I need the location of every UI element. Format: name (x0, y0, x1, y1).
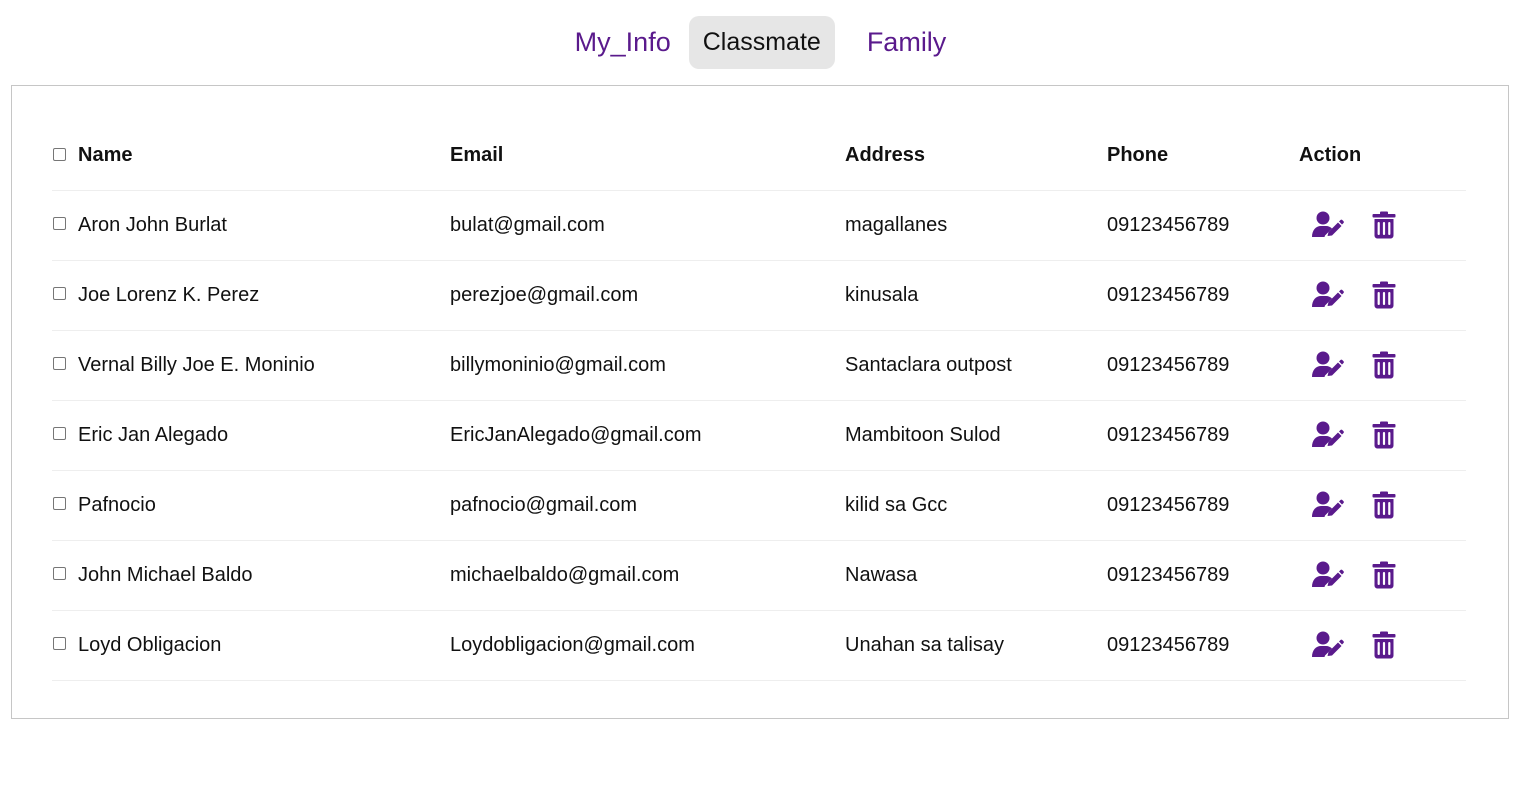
row-address: magallanes (845, 190, 1107, 261)
row-name: Vernal Billy Joe E. Moninio (78, 353, 315, 376)
row-address: Nawasa (845, 540, 1107, 611)
cell-action (1299, 400, 1466, 471)
user-edit-icon[interactable] (1312, 211, 1344, 239)
trash-icon[interactable] (1372, 351, 1396, 379)
header-email: Email (450, 122, 845, 191)
tab-my-info[interactable]: My_Info (561, 16, 685, 69)
trash-icon[interactable] (1372, 211, 1396, 239)
classmate-table: Name Email Address Phone Action Aron Joh… (52, 122, 1466, 681)
row-checkbox[interactable] (53, 217, 66, 230)
cell-name: Pafnocio (52, 470, 450, 541)
row-address: Mambitoon Sulod (845, 400, 1107, 471)
top-nav: My_Info Classmate Family (0, 15, 1521, 69)
tab-classmate[interactable]: Classmate (688, 15, 835, 69)
select-all-checkbox[interactable] (53, 147, 66, 161)
tab-family[interactable]: Family (853, 16, 961, 69)
cell-name: John Michael Baldo (52, 540, 450, 611)
cell-action (1299, 190, 1466, 261)
row-email: bulat@gmail.com (450, 190, 845, 261)
cell-name: Aron John Burlat (52, 190, 450, 261)
cell-name: Joe Lorenz K. Perez (52, 260, 450, 331)
row-address: kinusala (845, 260, 1107, 331)
table-row: Eric Jan Alegado EricJanAlegado@gmail.co… (52, 400, 1466, 471)
row-phone: 09123456789 (1107, 540, 1299, 611)
row-checkbox[interactable] (53, 287, 66, 300)
cell-name: Vernal Billy Joe E. Moninio (52, 330, 450, 401)
user-edit-icon[interactable] (1312, 631, 1344, 659)
row-address: Santaclara outpost (845, 330, 1107, 401)
row-name: Aron John Burlat (78, 213, 227, 236)
user-edit-icon[interactable] (1312, 491, 1344, 519)
cell-action (1299, 470, 1466, 541)
table-row: John Michael Baldo michaelbaldo@gmail.co… (52, 540, 1466, 611)
user-edit-icon[interactable] (1312, 561, 1344, 589)
row-checkbox[interactable] (53, 497, 66, 510)
row-phone: 09123456789 (1107, 330, 1299, 401)
row-phone: 09123456789 (1107, 610, 1299, 681)
table-header-row: Name Email Address Phone Action (52, 122, 1466, 191)
trash-icon[interactable] (1372, 281, 1396, 309)
user-edit-icon[interactable] (1312, 351, 1344, 379)
cell-action (1299, 260, 1466, 331)
trash-icon[interactable] (1372, 421, 1396, 449)
row-address: kilid sa Gcc (845, 470, 1107, 541)
cell-action (1299, 610, 1466, 681)
cell-action (1299, 540, 1466, 611)
row-email: EricJanAlegado@gmail.com (450, 400, 845, 471)
header-action: Action (1299, 122, 1466, 191)
row-name: Loyd Obligacion (78, 633, 222, 656)
row-email: pafnocio@gmail.com (450, 470, 845, 541)
row-checkbox[interactable] (53, 637, 66, 650)
header-address: Address (845, 122, 1107, 191)
header-name: Name (52, 122, 450, 191)
row-name: Eric Jan Alegado (78, 423, 229, 446)
user-edit-icon[interactable] (1312, 281, 1344, 309)
row-email: Loydobligacion@gmail.com (450, 610, 845, 681)
table-row: Pafnocio pafnocio@gmail.com kilid sa Gcc… (52, 470, 1466, 541)
row-name: John Michael Baldo (78, 563, 253, 586)
trash-icon[interactable] (1372, 561, 1396, 589)
header-name-label: Name (78, 144, 133, 167)
table-row: Joe Lorenz K. Perez perezjoe@gmail.com k… (52, 260, 1466, 331)
row-email: perezjoe@gmail.com (450, 260, 845, 331)
table-row: Aron John Burlat bulat@gmail.com magalla… (52, 190, 1466, 261)
row-checkbox[interactable] (53, 427, 66, 440)
row-name: Joe Lorenz K. Perez (78, 283, 260, 306)
cell-name: Loyd Obligacion (52, 610, 450, 681)
row-name: Pafnocio (78, 493, 156, 516)
row-checkbox[interactable] (53, 567, 66, 580)
row-phone: 09123456789 (1107, 400, 1299, 471)
row-phone: 09123456789 (1107, 260, 1299, 331)
row-phone: 09123456789 (1107, 470, 1299, 541)
table-row: Loyd Obligacion Loydobligacion@gmail.com… (52, 610, 1466, 681)
row-email: michaelbaldo@gmail.com (450, 540, 845, 611)
trash-icon[interactable] (1372, 491, 1396, 519)
row-phone: 09123456789 (1107, 190, 1299, 261)
user-edit-icon[interactable] (1312, 421, 1344, 449)
cell-name: Eric Jan Alegado (52, 400, 450, 471)
trash-icon[interactable] (1372, 631, 1396, 659)
table-row: Vernal Billy Joe E. Moninio billymoninio… (52, 330, 1466, 401)
cell-action (1299, 330, 1466, 401)
row-address: Unahan sa talisay (845, 610, 1107, 681)
header-phone: Phone (1107, 122, 1299, 191)
row-checkbox[interactable] (53, 357, 66, 370)
row-email: billymoninio@gmail.com (450, 330, 845, 401)
